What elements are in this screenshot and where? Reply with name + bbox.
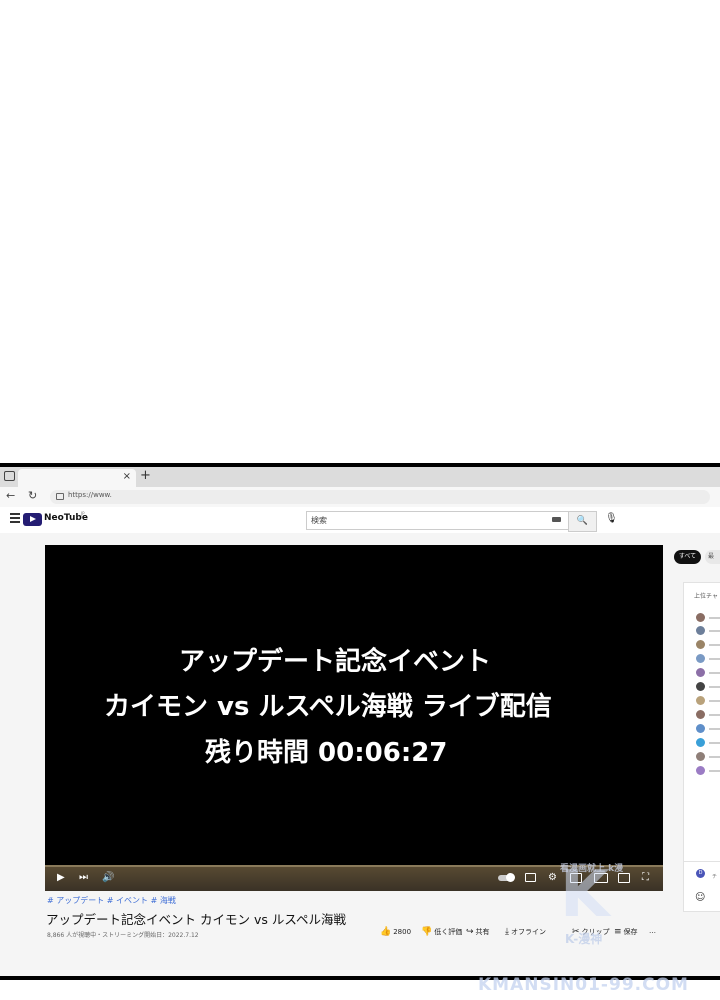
stream-title-line2: カイモン vs ルスペル海戦 ライブ配信 — [104, 692, 552, 722]
logo-region: JP — [81, 511, 85, 516]
chat-message — [709, 658, 720, 660]
chat-divider — [684, 861, 720, 862]
watermark-url: KMANSIN01-99.COM — [478, 975, 689, 995]
more-actions-button[interactable]: … — [649, 927, 656, 935]
chat-avatar[interactable] — [696, 682, 705, 691]
reload-icon[interactable]: ↻ — [28, 489, 37, 502]
tab-bar: × + — [0, 467, 720, 487]
chat-message — [709, 644, 720, 646]
share-label: 共有 — [475, 928, 490, 936]
chat-message — [709, 756, 720, 758]
video-hashtags[interactable]: # アップデート # イベント # 海戦 — [47, 895, 176, 906]
chat-header[interactable]: 上位チャ — [694, 591, 718, 600]
chat-message — [709, 770, 720, 772]
chat-message — [709, 617, 720, 619]
chat-avatar[interactable] — [696, 724, 705, 733]
share-button[interactable]: ↪ 共有 — [466, 927, 490, 937]
download-icon: ⤓ — [505, 927, 509, 937]
fullscreen-icon[interactable]: ⛶ — [642, 872, 649, 883]
chat-message — [709, 728, 720, 730]
search-icon: 🔍 — [576, 516, 589, 526]
next-icon[interactable]: ⏭ — [79, 872, 88, 883]
chat-avatar[interactable] — [696, 738, 705, 747]
like-button[interactable]: 👍 2800 — [380, 927, 411, 937]
autoplay-toggle[interactable] — [498, 873, 515, 882]
chat-filter-all[interactable]: すべて — [674, 550, 701, 564]
chat-avatar[interactable] — [696, 752, 705, 761]
video-player[interactable]: アップデート記念イベント カイモン vs ルスペル海戦 ライブ配信 残り時間 0… — [45, 545, 663, 891]
chat-message — [709, 672, 720, 674]
keyboard-icon[interactable] — [552, 517, 561, 522]
chat-filter-other[interactable]: 最 — [705, 550, 720, 564]
emoji-icon[interactable]: ☺ — [695, 892, 705, 903]
monitor-frame: × + ← ↻ https://www. NeoTube JP 検索 🔍 🎙 ア… — [0, 463, 720, 980]
microphone-icon[interactable]: 🎙 — [605, 513, 618, 524]
cast-icon[interactable] — [618, 873, 630, 883]
chat-avatar[interactable] — [696, 668, 705, 677]
share-icon: ↪ — [466, 927, 474, 937]
chat-message — [709, 700, 720, 702]
chat-avatar[interactable] — [696, 696, 705, 705]
chat-avatar[interactable] — [696, 613, 705, 622]
chat-avatar[interactable] — [696, 626, 705, 635]
dislike-label: 低く評価 — [434, 928, 463, 936]
chat-message — [709, 742, 720, 744]
thumbs-up-icon: 👍 — [380, 927, 392, 937]
url-field[interactable]: https://www. — [50, 490, 710, 504]
watermark-small-text: 看漫画就上 k漫 — [560, 864, 624, 874]
search-button[interactable]: 🔍 — [568, 511, 597, 532]
chat-avatar[interactable] — [696, 766, 705, 775]
watermark-name: K-漫神 — [565, 932, 603, 946]
chat-input[interactable]: チ — [712, 873, 717, 880]
thumbs-down-icon: 👎 — [421, 927, 433, 937]
live-chat-panel: 上位チャ D チ ☺ — [683, 582, 720, 912]
like-count: 2800 — [393, 928, 412, 936]
stream-title-line1: アップデート記念イベント — [179, 647, 492, 677]
lock-icon — [56, 493, 64, 500]
hamburger-menu-icon[interactable] — [10, 513, 20, 525]
search-input[interactable]: 検索 — [306, 511, 570, 530]
dislike-button[interactable]: 👎 低く評価 — [421, 927, 462, 937]
browser-tab[interactable]: × — [18, 469, 136, 487]
my-avatar: D — [696, 869, 705, 878]
chat-message — [709, 714, 720, 716]
video-title: アップデート記念イベント カイモン vs ルスペル海戦 — [46, 912, 346, 927]
url-text: https://www. — [68, 491, 112, 499]
chat-message — [709, 630, 720, 632]
save-label: 保存 — [623, 928, 638, 936]
window-icon[interactable] — [4, 471, 15, 481]
site-header: NeoTube JP 検索 🔍 🎙 — [0, 507, 720, 533]
search-placeholder: 検索 — [311, 516, 327, 525]
settings-gear-icon[interactable]: ⚙ — [548, 872, 557, 883]
save-playlist-icon: ≡ — [614, 927, 622, 937]
offline-button[interactable]: ⤓ オフライン — [505, 927, 546, 937]
play-icon[interactable]: ▶ — [57, 872, 65, 883]
video-meta: 8,866 人が視聴中・ストリーミング開始日：2022.7.12 — [47, 932, 199, 939]
browser-window: × + ← ↻ https://www. NeoTube JP 検索 🔍 🎙 ア… — [0, 467, 720, 976]
save-button[interactable]: ≡ 保存 — [614, 927, 638, 937]
offline-label: オフライン — [510, 928, 546, 936]
chat-avatar[interactable] — [696, 640, 705, 649]
logo-play-icon[interactable] — [23, 513, 42, 526]
address-bar-row: ← ↻ https://www. — [0, 487, 720, 508]
tab-close-icon[interactable]: × — [123, 471, 131, 482]
volume-icon[interactable]: 🔊 — [102, 872, 114, 883]
new-tab-button[interactable]: + — [140, 468, 151, 483]
stream-countdown: 残り時間 00:06:27 — [205, 738, 448, 768]
chat-avatar[interactable] — [696, 654, 705, 663]
chat-message — [709, 686, 720, 688]
chat-avatar[interactable] — [696, 710, 705, 719]
back-icon[interactable]: ← — [6, 489, 15, 502]
subtitles-icon[interactable] — [525, 873, 536, 882]
